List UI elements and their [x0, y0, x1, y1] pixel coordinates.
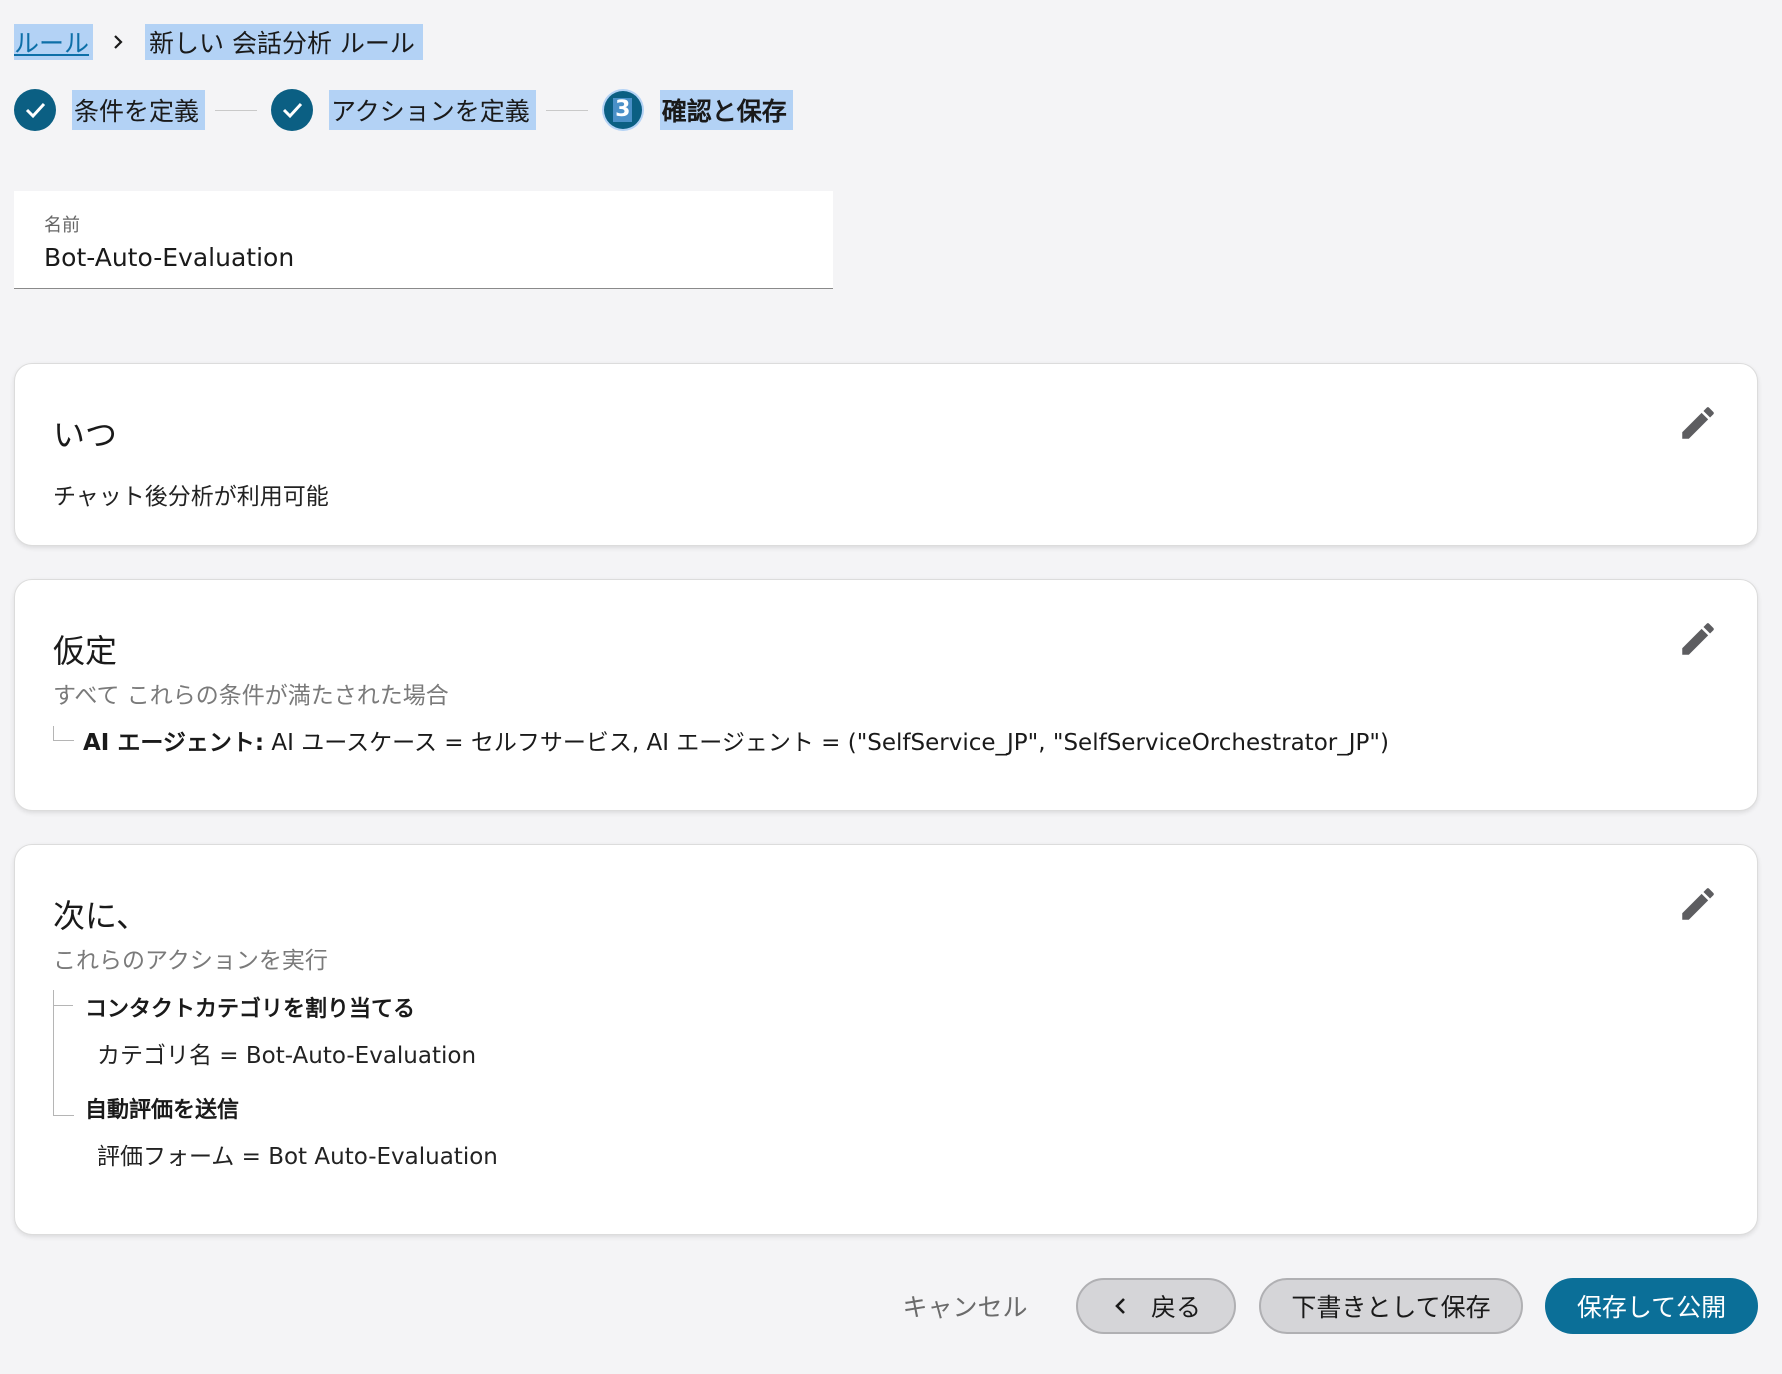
back-button-label: 戻る	[1150, 1293, 1201, 1322]
action-card-title: 次に、	[53, 897, 149, 935]
action-item-detail: 評価フォーム = Bot Auto-Evaluation	[97, 1144, 498, 1170]
condition-card: 仮定 すべて これらの条件が満たされた場合 AI エージェント: AI ユースケ…	[14, 579, 1758, 811]
save-draft-button[interactable]: 下書きとして保存	[1259, 1278, 1523, 1334]
action-card: 次に、 これらのアクションを実行 コンタクトカテゴリを割り当てる カテゴリ名 =…	[14, 844, 1758, 1235]
when-card-text: チャット後分析が利用可能	[53, 484, 329, 510]
chevron-right-icon	[107, 31, 129, 53]
tree-connector	[53, 995, 73, 1006]
condition-card-title: 仮定	[53, 632, 118, 670]
condition-value: AI ユースケース = セルフサービス, AI エージェント = ("SelfS…	[264, 730, 1389, 756]
when-card-title: いつ	[53, 416, 118, 454]
action-item-title: コンタクトカテゴリを割り当てる	[85, 997, 416, 1022]
condition-row: AI エージェント: AI ユースケース = セルフサービス, AI エージェン…	[83, 723, 1389, 757]
action-item-title: 自動評価を送信	[85, 1098, 240, 1123]
edit-action-button[interactable]	[1675, 881, 1721, 927]
pencil-icon	[1682, 407, 1714, 439]
check-icon	[271, 89, 314, 131]
back-button[interactable]: 戻る	[1076, 1278, 1236, 1334]
edit-condition-button[interactable]	[1675, 616, 1721, 662]
save-publish-button[interactable]: 保存して公開	[1545, 1278, 1758, 1334]
step-define-conditions[interactable]: 条件を定義	[72, 90, 206, 130]
name-field-label: 名前	[44, 215, 80, 236]
edit-when-button[interactable]	[1675, 400, 1721, 446]
tree-connector	[53, 1095, 74, 1116]
action-item-detail: カテゴリ名 = Bot-Auto-Evaluation	[97, 1043, 477, 1069]
condition-card-subtitle: すべて これらの条件が満たされた場合	[53, 683, 449, 709]
check-icon	[14, 89, 56, 131]
breadcrumb: ルール 新しい 会話分析 ルール	[14, 24, 423, 60]
name-field-value[interactable]: Bot-Auto-Evaluation	[44, 243, 294, 272]
step-define-actions[interactable]: アクションを定義	[329, 90, 536, 130]
condition-key: AI エージェント:	[83, 730, 265, 756]
pencil-icon	[1682, 888, 1714, 920]
tree-connector	[53, 726, 74, 741]
step-connector	[545, 109, 588, 111]
chevron-left-icon	[1115, 1298, 1125, 1314]
step-number: 3	[613, 97, 633, 122]
cancel-button[interactable]: キャンセル	[890, 1278, 1040, 1334]
action-card-subtitle: これらのアクションを実行	[53, 948, 328, 974]
breadcrumb-rules-link[interactable]: ルール	[14, 24, 94, 60]
step-review-save[interactable]: 確認と保存	[659, 90, 793, 130]
step-number-badge: 3	[601, 89, 644, 131]
name-field[interactable]: 名前 Bot-Auto-Evaluation	[14, 191, 833, 289]
when-card: いつ チャット後分析が利用可能	[14, 363, 1758, 546]
step-connector	[215, 109, 258, 111]
stepper: 条件を定義 アクションを定義 3 確認と保存	[14, 88, 793, 132]
breadcrumb-current: 新しい 会話分析 ルール	[145, 24, 423, 60]
pencil-icon	[1682, 623, 1714, 655]
